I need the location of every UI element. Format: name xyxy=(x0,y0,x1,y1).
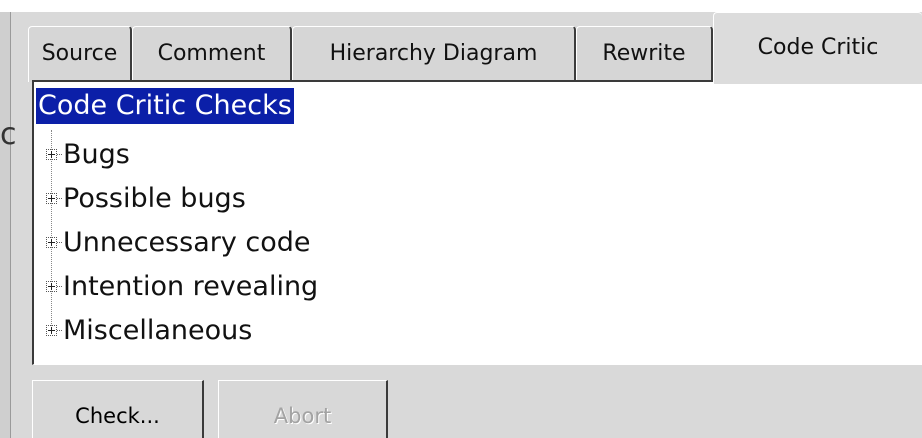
tree-root-code-critic-checks[interactable]: Code Critic Checks xyxy=(36,88,294,124)
tree-connector xyxy=(57,153,62,155)
top-strip xyxy=(0,0,922,12)
tree-item-label: Miscellaneous xyxy=(63,314,253,346)
tree-item-bugs[interactable]: Bugs xyxy=(46,132,130,176)
tab-hierarchy-diagram[interactable]: Hierarchy Diagram xyxy=(292,26,576,82)
check-button[interactable]: Check... xyxy=(32,380,204,438)
tree-connector xyxy=(57,241,62,243)
tree-item-possible-bugs[interactable]: Possible bugs xyxy=(46,176,246,220)
tree-item-label: Possible bugs xyxy=(63,182,246,214)
tab-rewrite[interactable]: Rewrite xyxy=(576,26,713,82)
tab-source[interactable]: Source xyxy=(28,26,132,82)
plus-icon[interactable] xyxy=(46,236,57,248)
tree-item-label: Bugs xyxy=(63,138,130,170)
tree-connector xyxy=(57,197,62,199)
tab-code-critic[interactable]: Code Critic xyxy=(713,12,922,84)
code-critic-tree[interactable]: Code Critic Checks Bugs Possible bugs Un… xyxy=(32,80,922,365)
tree-item-unnecessary-code[interactable]: Unnecessary code xyxy=(46,220,311,264)
abort-button[interactable]: Abort xyxy=(218,380,388,438)
tree-item-label: Intention revealing xyxy=(63,270,319,302)
left-edge-panel: c xyxy=(0,12,17,438)
tree-connector xyxy=(57,285,62,287)
tree-connector xyxy=(57,329,62,331)
tree-item-miscellaneous[interactable]: Miscellaneous xyxy=(46,308,252,352)
left-edge-glyph: c xyxy=(0,117,17,152)
plus-icon[interactable] xyxy=(46,148,57,160)
plus-icon[interactable] xyxy=(46,324,57,336)
tree-item-label: Unnecessary code xyxy=(63,226,311,258)
plus-icon[interactable] xyxy=(46,192,57,204)
plus-icon[interactable] xyxy=(46,280,57,292)
code-critic-window: c Source Comment Hierarchy Diagram Rewri… xyxy=(0,0,922,438)
tab-comment[interactable]: Comment xyxy=(132,26,292,82)
tab-bar: Source Comment Hierarchy Diagram Rewrite… xyxy=(28,12,922,84)
tree-item-intention-revealing[interactable]: Intention revealing xyxy=(46,264,318,308)
